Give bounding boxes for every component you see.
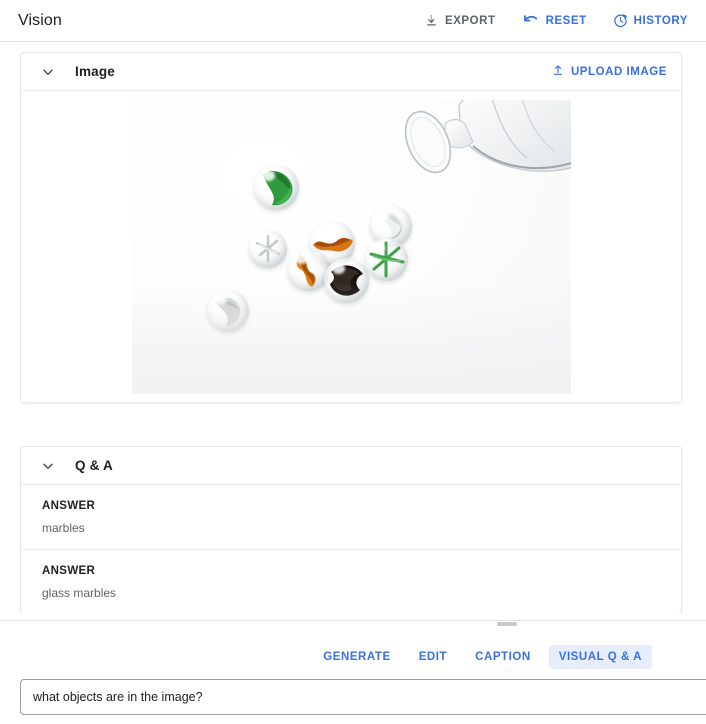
header-actions: EXPORT RESET HISTORY bbox=[420, 9, 692, 32]
tab-caption[interactable]: CAPTION bbox=[465, 645, 541, 669]
image-card: Image UPLOAD IMAGE bbox=[20, 52, 682, 403]
chevron-down-icon[interactable] bbox=[39, 457, 57, 475]
upload-image-label: UPLOAD IMAGE bbox=[570, 65, 667, 78]
image-card-header: Image UPLOAD IMAGE bbox=[21, 53, 681, 91]
reset-button[interactable]: RESET bbox=[518, 9, 591, 32]
marbles-photo bbox=[131, 99, 571, 394]
tab-visual-q-and-a[interactable]: VISUAL Q & A bbox=[548, 645, 652, 669]
mode-tab-bar: GENERATE EDIT CAPTION VISUAL Q & A bbox=[0, 641, 706, 673]
panel-resize-handle[interactable] bbox=[497, 622, 517, 626]
glass-goblet bbox=[404, 99, 571, 173]
image-card-title: Image bbox=[75, 64, 116, 79]
prompt-input-wrapper bbox=[20, 679, 706, 715]
green-swirl-marble bbox=[253, 164, 299, 210]
qa-card-title: Q & A bbox=[75, 458, 113, 473]
history-button[interactable]: HISTORY bbox=[609, 9, 692, 32]
qa-entry-text: glass marbles bbox=[42, 586, 117, 600]
history-button-label: HISTORY bbox=[633, 14, 688, 27]
reset-button-label: RESET bbox=[545, 14, 587, 27]
qa-card: Q & A ANSWER marbles ANSWER glass marble… bbox=[20, 446, 682, 614]
qa-entry-label: ANSWER bbox=[42, 565, 96, 577]
qa-entry: ANSWER marbles bbox=[21, 485, 681, 550]
qa-entry-text: marbles bbox=[42, 521, 85, 535]
app-header: Vision EXPORT RESET HISTORY bbox=[0, 0, 706, 42]
qa-entry-label: ANSWER bbox=[42, 500, 96, 512]
panel-divider bbox=[0, 620, 706, 621]
content-scroll-area[interactable]: Image UPLOAD IMAGE Q & A ANSWER marbles … bbox=[0, 42, 706, 614]
image-preview-area[interactable] bbox=[21, 91, 681, 402]
tab-generate[interactable]: GENERATE bbox=[313, 645, 400, 669]
export-button[interactable]: EXPORT bbox=[420, 9, 500, 32]
download-icon bbox=[424, 13, 439, 28]
history-clock-icon bbox=[613, 13, 628, 28]
export-button-label: EXPORT bbox=[444, 14, 496, 27]
qa-entry: ANSWER glass marbles bbox=[21, 550, 681, 614]
upload-image-button[interactable]: UPLOAD IMAGE bbox=[551, 63, 667, 80]
black-swirl-marble bbox=[323, 257, 369, 303]
green-cross-marble bbox=[364, 237, 408, 281]
page-title: Vision bbox=[18, 11, 62, 29]
qa-card-header: Q & A bbox=[21, 447, 681, 485]
tab-edit[interactable]: EDIT bbox=[409, 645, 457, 669]
upload-icon bbox=[551, 63, 565, 80]
clear-white-marble bbox=[248, 229, 287, 268]
gray-swirl-marble bbox=[206, 289, 249, 332]
undo-arrow-icon bbox=[522, 13, 540, 28]
chevron-down-icon[interactable] bbox=[39, 63, 57, 81]
prompt-input[interactable] bbox=[20, 679, 706, 715]
